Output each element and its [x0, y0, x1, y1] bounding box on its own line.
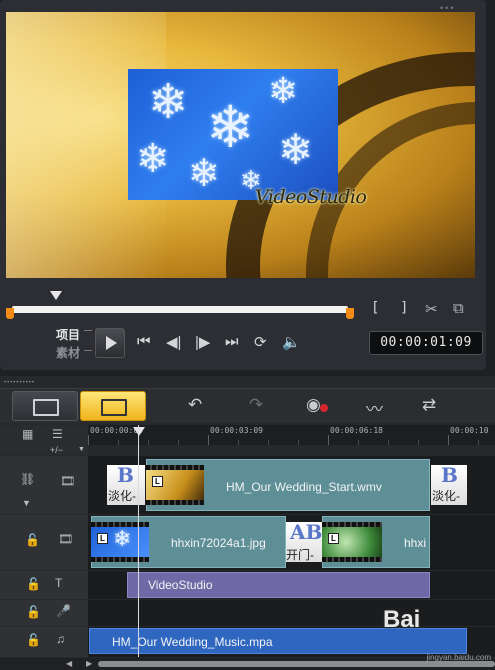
project-mode-label[interactable]: 项目 [56, 326, 80, 343]
next-frame-icon[interactable]: |▶ [195, 333, 210, 351]
chapter-list-icon[interactable]: ☰ [52, 427, 63, 441]
audio-mixer-icon[interactable]: 〰 [366, 395, 383, 420]
skip-to-start-icon[interactable]: ⏮ [137, 333, 151, 350]
track-manager-icon[interactable]: ▦ [22, 427, 33, 441]
music-note-icon[interactable]: ♫ [56, 632, 65, 646]
voice-track-header [0, 600, 89, 626]
clip-mode-label[interactable]: 素材 [56, 344, 80, 361]
video-clip[interactable]: L HM_Our Wedding_Start.wmv [146, 459, 430, 511]
ruler-label: 00:00:06:18 [330, 426, 383, 435]
skip-to-end-icon[interactable]: ⏭ [225, 333, 239, 350]
overlay-track-icon[interactable]: 🎞 [58, 532, 73, 546]
watermark-site-text: jingyan.baidu.com [426, 653, 491, 662]
scroll-left-icon[interactable]: ◀ [66, 659, 72, 668]
volume-icon[interactable]: 🔈 [282, 333, 301, 351]
overlay-clip-label: hhxin72024a1.jpg [171, 536, 266, 550]
overlay-track-header [0, 515, 89, 570]
timeline-view-button[interactable] [80, 391, 146, 421]
mark-in-button[interactable]: [ [371, 300, 379, 316]
mode-divider [84, 330, 92, 331]
video-track-header [0, 456, 89, 514]
clip-l-icon: L [152, 476, 163, 487]
timeline-ruler[interactable]: 00:00:00:00 00:00:03:09 00:00:06:18 00:0… [88, 425, 495, 445]
microphone-icon[interactable]: 🎤 [56, 604, 71, 618]
trim-end-marker[interactable] [346, 308, 354, 319]
clip-l-icon: L [97, 533, 108, 544]
panel-grip[interactable]: •••••••••• [4, 380, 35, 386]
lock-icon[interactable]: ⛓ [20, 472, 35, 486]
title-clip-label: VideoStudio [148, 578, 213, 592]
add-remove-track-button[interactable]: +/− [50, 445, 63, 455]
chevron-down-icon[interactable]: ▼ [78, 446, 85, 453]
record-capture-icon[interactable]: ◉ [306, 395, 321, 415]
scissors-icon[interactable]: ✂ [425, 300, 438, 318]
lock-icon[interactable]: 🔓 [26, 633, 41, 647]
scrub-playhead[interactable] [50, 291, 62, 300]
storyboard-view-button[interactable] [12, 391, 78, 421]
music-clip-label: HM_Our Wedding_Music.mpa [112, 635, 273, 649]
title-clip[interactable]: VideoStudio [127, 572, 430, 598]
copy-icon[interactable]: ⧉ [453, 300, 464, 317]
voice-track-lane[interactable] [89, 600, 495, 626]
redo-icon[interactable]: ↷ [249, 395, 263, 415]
overlay-clip-label: hhxi [404, 536, 427, 550]
video-clip-label: HM_Our Wedding_Start.wmv [226, 480, 382, 494]
ruler-label: 00:00:03:09 [210, 426, 263, 435]
transition-clip[interactable]: AB开门-派 [286, 516, 322, 568]
title-track-header [0, 571, 89, 599]
lock-icon[interactable]: 🔓 [26, 605, 41, 619]
scroll-right-icon[interactable]: ▶ [86, 659, 92, 668]
trim-start-marker[interactable] [6, 308, 14, 319]
title-overlay-text: VideoStudio [255, 186, 367, 208]
chevron-down-icon[interactable]: ▼ [22, 498, 31, 508]
ruler-label: 00:00:10 [450, 426, 489, 435]
mode-divider [84, 350, 92, 351]
transition-clip[interactable]: B 淡化- [431, 459, 467, 511]
mark-out-button[interactable]: ] [400, 300, 408, 316]
lock-icon[interactable]: 🔓 [25, 533, 40, 547]
scrub-bar[interactable] [12, 306, 348, 313]
overlay-image-preview[interactable]: ❄ ❄ ❄ ❄ ❄ ❄ ❄ [128, 69, 338, 200]
music-track-header [0, 627, 89, 657]
record-dot [320, 404, 328, 412]
track-manager-area [0, 425, 88, 455]
auto-music-icon[interactable]: ⇄ [422, 395, 436, 415]
play-button[interactable] [95, 328, 125, 358]
clip-l-icon: L [328, 533, 339, 544]
overlay-image-clip[interactable]: L hhxi [322, 516, 430, 568]
timecode-display[interactable]: 00:00:01:09 [369, 331, 483, 355]
transition-clip[interactable]: B 淡化- [107, 459, 145, 511]
timeline-playhead[interactable] [133, 427, 145, 436]
lock-icon[interactable]: 🔓 [26, 577, 41, 591]
undo-icon[interactable]: ↶ [188, 395, 202, 415]
baidu-watermark-logo: Bai [383, 606, 421, 633]
video-track-icon[interactable]: 🎞 [60, 474, 75, 488]
filmstrip-icon [33, 399, 59, 416]
previous-frame-icon[interactable]: ◀| [166, 333, 181, 351]
overlay-image-clip[interactable]: ❄ L hhxin72024a1.jpg [91, 516, 286, 568]
timeline-cursor-line [138, 425, 139, 657]
title-track-icon[interactable]: T [55, 576, 62, 590]
timeline-icon [101, 399, 127, 416]
repeat-icon[interactable]: ⟳ [254, 333, 267, 351]
